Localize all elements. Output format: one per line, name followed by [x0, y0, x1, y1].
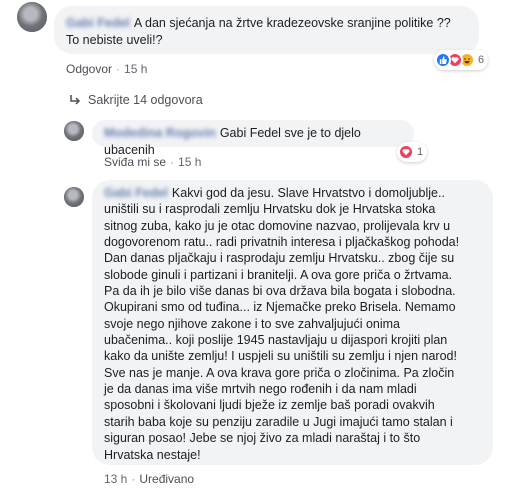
reply-author[interactable]: Gabi Fedel	[104, 185, 168, 201]
reply-line: starih baba koje su penziju zaradile u J…	[104, 414, 453, 429]
reply-line: Hrvatska nestaje!	[104, 447, 201, 462]
reply-line: svoje nego njihove zakone i to sve zahva…	[104, 316, 401, 331]
like-icon	[435, 52, 451, 68]
edited-label[interactable]: Uređivano	[139, 472, 194, 486]
avatar[interactable]	[64, 187, 84, 207]
reply-button[interactable]: Odgovor	[66, 62, 112, 76]
reply-line: siguran posao! Jebe se njoj živo za mlad…	[104, 431, 421, 446]
reply-line: slobode ginuli i partizani i branitelji.…	[104, 267, 453, 282]
reaction-count: 1	[417, 146, 424, 158]
avatar[interactable]	[64, 121, 84, 141]
reaction-summary[interactable]: 1	[397, 142, 428, 162]
reply-line: Dan danas pljačkaju i rasprodaju zemlju …	[104, 251, 455, 266]
reply-time[interactable]: 13 h	[104, 472, 127, 486]
comment-bubble: Gabi Fedel A dan sjećanja na žrtve kradez…	[54, 6, 479, 54]
comment-author[interactable]: Gabi Fedel	[66, 15, 130, 32]
reaction-summary[interactable]: 6	[434, 50, 489, 70]
reply-meta: Sviđa mi se · 15 h	[104, 155, 202, 169]
reply-line: Pa da ih je bilo više danas bi ova držav…	[104, 284, 456, 299]
comment-text-line2: To nebiste uveli!?	[66, 33, 163, 47]
comment-time[interactable]: 15 h	[124, 62, 147, 76]
reply-line: dogovorenom ratu.. radi privatnih intere…	[104, 235, 460, 250]
reply-meta: 13 h · Uređivano	[104, 472, 195, 486]
like-button[interactable]: Sviđa mi se	[104, 155, 166, 169]
reply-line: kako da unište zemlju! I uspjeli su uniš…	[104, 349, 457, 364]
reply-line: sposobni i školovani ljudi bježe iz zeml…	[104, 398, 435, 413]
reply-line: Kakvi god da jesu. Slave Hrvatstvo i dom…	[171, 186, 445, 200]
reply-line: Okupirani smo od tuđina... iz Njemačke p…	[104, 300, 456, 315]
reply-arrow-icon	[70, 95, 81, 105]
reply-author[interactable]: Modedina Rogovin	[104, 125, 216, 142]
reply-bubble: Gabi Fedel Kakvi god da jesu. Slave Hrvat…	[92, 180, 493, 465]
avatar[interactable]	[17, 2, 47, 32]
reaction-count: 6	[478, 54, 485, 66]
reply-line: Sve nas je manje. A ova krava gore priča…	[104, 365, 455, 380]
reply-line: uništili su i rasprodali zemlju Hrvatsku…	[104, 202, 436, 217]
comment-meta: Odgovor · 15 h	[66, 62, 148, 76]
reply-time[interactable]: 15 h	[178, 155, 201, 169]
reply-bubble: Modedina Rogovin Gabi Fedel sve je to dje…	[92, 120, 414, 157]
love-icon	[398, 144, 414, 160]
reply-line: ubačenima.. koji poslije 1945 nastavljaj…	[104, 333, 448, 348]
comment-text: A dan sjećanja na žrtve kradezeovske sra…	[133, 16, 451, 30]
reply-line: je da danas ima više mrtvih nego rođenih…	[104, 382, 417, 397]
hide-replies-label: Sakrijte 14 odgovora	[88, 93, 203, 107]
hide-replies-link[interactable]: Sakrijte 14 odgovora	[70, 93, 203, 107]
reply-line: sitnog zuba, kako ju je otac domovine na…	[104, 218, 451, 233]
